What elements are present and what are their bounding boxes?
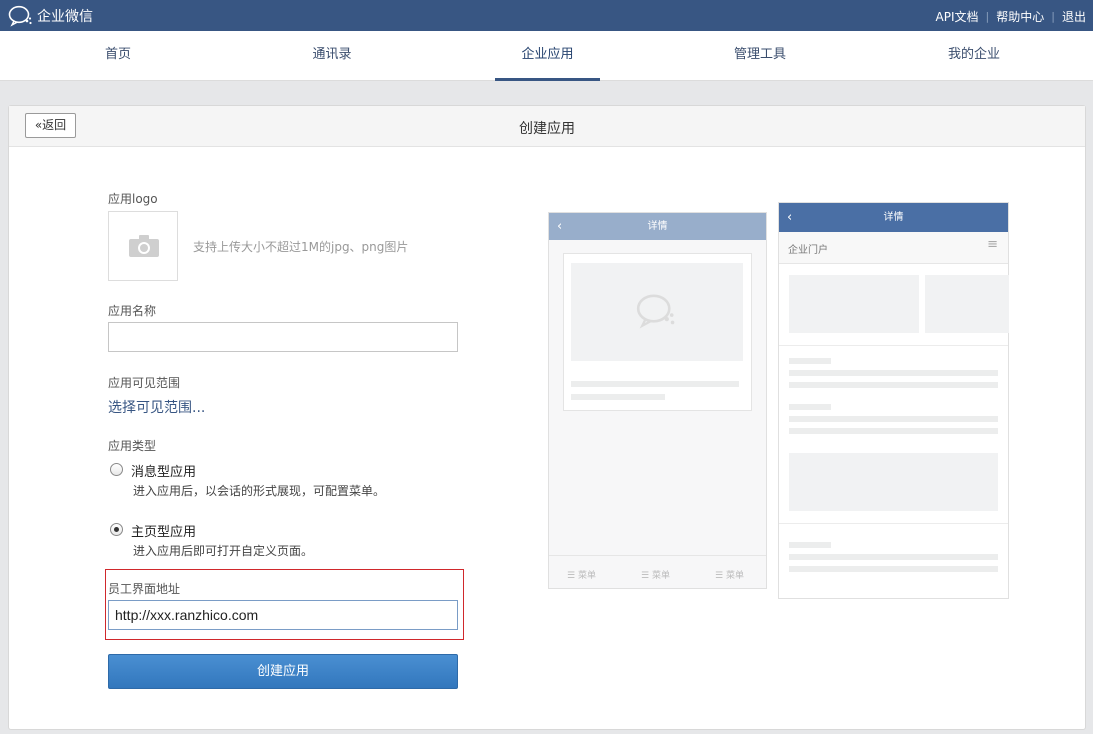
- home-app-preview: ‹ 详情 企业门户 ≡: [778, 202, 1009, 599]
- app-name: 企业微信: [37, 9, 93, 25]
- preview-subheader: 企业门户 ≡: [779, 232, 1008, 264]
- home-app-label[interactable]: 主页型应用: [131, 521, 196, 540]
- preview-menu-item: ☰ 菜单: [715, 571, 744, 581]
- preview-title: 详情: [883, 212, 904, 223]
- preview-title: 详情: [647, 221, 668, 232]
- logo-upload[interactable]: [108, 211, 178, 281]
- app-name-input[interactable]: [108, 322, 458, 352]
- text-line: [789, 416, 998, 422]
- divider: [779, 523, 1008, 524]
- logo-label: 应用logo: [108, 192, 158, 206]
- text-line: [789, 370, 998, 376]
- home-app-radio[interactable]: [110, 523, 123, 536]
- chevron-left-icon: ‹: [557, 219, 563, 234]
- message-app-radio[interactable]: [110, 463, 123, 476]
- chat-bubble-icon: [636, 294, 675, 329]
- text-line: [789, 382, 998, 388]
- preview-tile: [789, 275, 919, 333]
- divider: |: [1051, 10, 1055, 23]
- select-scope-link[interactable]: 选择可见范围...: [108, 397, 205, 417]
- scope-label: 应用可见范围: [108, 376, 181, 390]
- help-center-link[interactable]: 帮助中心: [996, 8, 1044, 25]
- preview-banner: [789, 453, 998, 511]
- top-bar: 企业微信 API文档 | 帮助中心 | 退出: [0, 0, 1093, 31]
- tab-my-enterprise[interactable]: 我的企业: [924, 31, 1024, 81]
- tab-enterprise-apps[interactable]: 企业应用: [495, 31, 600, 81]
- main-nav: 首页 通讯录 企业应用 管理工具 我的企业: [0, 31, 1093, 81]
- preview-tile: [925, 275, 1009, 333]
- text-line: [789, 542, 831, 548]
- create-app-card: «返回 创建应用 应用logo 支持上传大小不超过1M的jpg、png图片 应用…: [8, 105, 1086, 730]
- message-app-desc: 进入应用后，以会话的形式展现，可配置菜单。: [133, 484, 386, 498]
- employee-url-input[interactable]: [108, 600, 458, 630]
- text-line: [789, 358, 831, 364]
- text-line: [571, 394, 665, 400]
- preview-menu-item: ☰ 菜单: [641, 571, 670, 581]
- divider: [779, 345, 1008, 346]
- type-label: 应用类型: [108, 439, 157, 453]
- top-links: API文档 | 帮助中心 | 退出: [936, 8, 1086, 25]
- logo-hint: 支持上传大小不超过1M的jpg、png图片: [193, 240, 409, 254]
- text-line: [789, 428, 998, 434]
- text-line: [571, 381, 739, 387]
- hamburger-menu-icon: ≡: [987, 237, 998, 252]
- home-app-desc: 进入应用后即可打开自定义页面。: [133, 544, 314, 558]
- tab-home[interactable]: 首页: [68, 31, 168, 81]
- tab-contacts[interactable]: 通讯录: [282, 31, 382, 81]
- message-app-label[interactable]: 消息型应用: [131, 461, 196, 480]
- message-app-preview: ‹ 详情 ☰ 菜单 ☰ 菜单 ☰ 菜单: [548, 212, 767, 589]
- page-title: 创建应用: [519, 121, 575, 137]
- app-logo[interactable]: 企业微信: [8, 5, 93, 27]
- text-line: [789, 404, 831, 410]
- preview-header: ‹ 详情: [549, 213, 766, 240]
- logout-link[interactable]: 退出: [1062, 8, 1086, 25]
- wework-logo-icon: [8, 5, 32, 27]
- card-header: «返回 创建应用: [9, 106, 1085, 147]
- preview-header: ‹ 详情: [779, 203, 1008, 232]
- tab-management-tools[interactable]: 管理工具: [710, 31, 810, 81]
- text-line: [789, 566, 998, 572]
- divider: |: [985, 10, 990, 23]
- camera-icon: [129, 235, 159, 257]
- text-line: [789, 554, 998, 560]
- preview-menu-item: ☰ 菜单: [567, 571, 596, 581]
- create-app-button[interactable]: 创建应用: [108, 654, 458, 689]
- api-docs-link[interactable]: API文档: [936, 8, 979, 25]
- preview-image-placeholder: [571, 263, 743, 361]
- name-label: 应用名称: [108, 304, 157, 318]
- url-label: 员工界面地址: [108, 582, 181, 596]
- preview-subtitle: 企业门户: [788, 245, 828, 256]
- chevron-left-icon: ‹: [787, 210, 793, 225]
